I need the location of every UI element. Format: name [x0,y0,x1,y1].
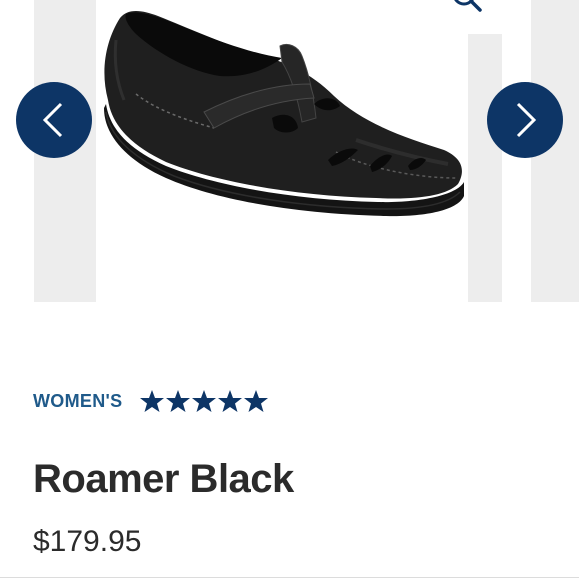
star-icon [140,390,165,412]
previous-image-button[interactable] [16,82,92,158]
star-icon [218,390,243,412]
rating-stars[interactable] [140,390,270,412]
product-image-gallery [0,0,579,302]
next-image-button[interactable] [487,82,563,158]
star-icon [244,390,269,412]
star-icon [192,390,217,412]
product-price: $179.95 [33,525,142,558]
shoe-image [104,11,464,217]
divider [0,577,579,578]
star-icon [166,390,191,412]
product-title: Roamer Black [33,457,294,501]
product-meta-row: WOMEN'S [33,388,270,414]
chevron-right-icon [516,102,537,138]
product-category-link[interactable]: WOMEN'S [33,391,122,412]
next-image-thumbnail[interactable] [468,0,502,302]
product-image[interactable] [96,0,468,302]
magnifier-icon[interactable] [448,0,486,16]
chevron-left-icon [42,102,63,138]
